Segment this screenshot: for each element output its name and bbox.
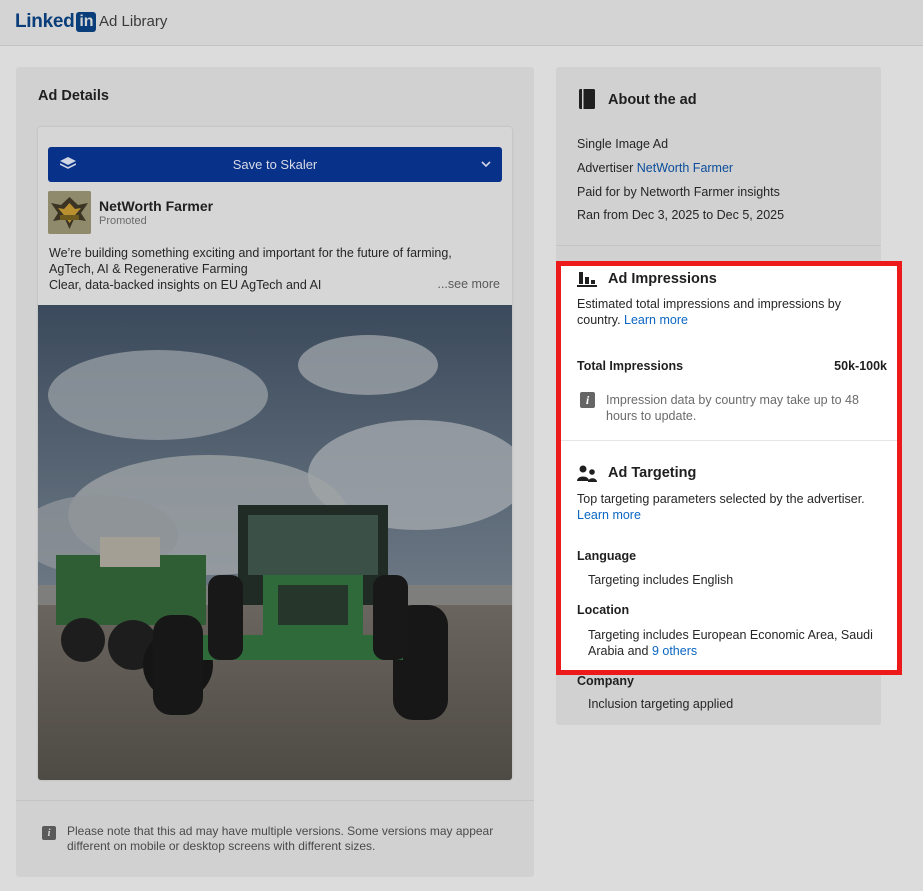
ad-image-tractor: [38, 305, 512, 780]
note-text: Please note that this ad may have multip…: [67, 824, 494, 853]
logo-wordmark: Linked: [15, 11, 75, 32]
info-icon: i: [580, 392, 595, 408]
save-to-skaler-button[interactable]: Save to Skaler: [48, 147, 502, 182]
highlight-content: Ad Impressions Estimated total impressio…: [561, 266, 897, 670]
divider: [561, 440, 897, 441]
ad-preview-card: Save to Skaler NetWorth Farmer Promoted …: [38, 127, 512, 780]
linkedin-logo[interactable]: Linked in: [15, 11, 97, 33]
impressions-info-text: Impression data by country may take up t…: [606, 393, 859, 423]
highlighted-impressions-targeting: Ad Impressions Estimated total impressio…: [556, 261, 902, 675]
advertiser-name[interactable]: NetWorth Farmer: [99, 198, 213, 214]
ad-body-text: We’re building something exciting and im…: [49, 245, 504, 293]
ad-text-line: AgTech, AI & Regenerative Farming: [49, 262, 248, 276]
chevron-down-icon[interactable]: [480, 158, 492, 170]
divider: [556, 245, 881, 246]
ad-text-line: Clear, data-backed insights on EU AgTech…: [49, 278, 322, 292]
targeting-learn-more-link[interactable]: Learn more: [577, 508, 641, 522]
ad-details-title: Ad Details: [38, 88, 109, 104]
multiple-versions-note: i Please note that this ad may have mult…: [42, 824, 502, 854]
promoted-label: Promoted: [99, 215, 147, 227]
ad-type: Single Image Ad: [577, 137, 669, 151]
language-label: Language: [577, 549, 637, 563]
see-more-link[interactable]: ...see more: [437, 277, 500, 291]
logo-in-box: in: [76, 12, 97, 32]
advertiser-logo[interactable]: [48, 191, 91, 234]
advertiser-line: Advertiser NetWorth Farmer: [577, 161, 733, 175]
targeting-description-text: Top targeting parameters selected by the…: [577, 492, 865, 506]
advertiser-prefix: Advertiser: [577, 161, 634, 175]
language-value: Targeting includes English: [588, 573, 734, 587]
bar-chart-icon: [577, 272, 597, 287]
ad-targeting-title: Ad Targeting: [608, 465, 697, 481]
total-impressions-label: Total Impressions: [577, 359, 684, 373]
location-value: Targeting includes European Economic Are…: [588, 627, 888, 659]
info-icon: i: [42, 826, 56, 840]
top-bar: Linked in Ad Library: [0, 0, 923, 46]
impressions-description-text: Estimated total impressions and impressi…: [577, 297, 842, 327]
location-others-link[interactable]: 9 others: [652, 644, 697, 658]
impressions-description: Estimated total impressions and impressi…: [577, 296, 882, 328]
company-value: Inclusion targeting applied: [588, 697, 734, 711]
ad-impressions-title: Ad Impressions: [608, 271, 717, 287]
about-ad-title: About the ad: [608, 92, 697, 108]
divider: [16, 800, 534, 801]
advertiser-link[interactable]: NetWorth Farmer: [637, 161, 733, 175]
app-title: Ad Library: [99, 13, 168, 30]
eagle-emblem-icon: [48, 191, 91, 234]
targeting-description: Top targeting parameters selected by the…: [577, 491, 892, 523]
paid-for-line: Paid for by Networth Farmer insights: [577, 185, 780, 199]
location-label: Location: [577, 603, 630, 617]
people-icon: [577, 465, 597, 482]
ran-from-line: Ran from Dec 3, 2025 to Dec 5, 2025: [577, 208, 785, 222]
location-value-text: Targeting includes European Economic Are…: [588, 628, 873, 658]
total-impressions-value: 50k-100k: [834, 359, 887, 373]
ad-text-line: We’re building something exciting and im…: [49, 246, 452, 260]
impressions-learn-more-link[interactable]: Learn more: [624, 313, 688, 327]
ad-details-panel: Ad Details Save to Skaler NetWorth Farme…: [16, 67, 534, 877]
company-label: Company: [577, 674, 634, 688]
save-to-skaler-label: Save to Skaler: [232, 157, 318, 172]
bookmark-document-icon: [579, 89, 595, 109]
